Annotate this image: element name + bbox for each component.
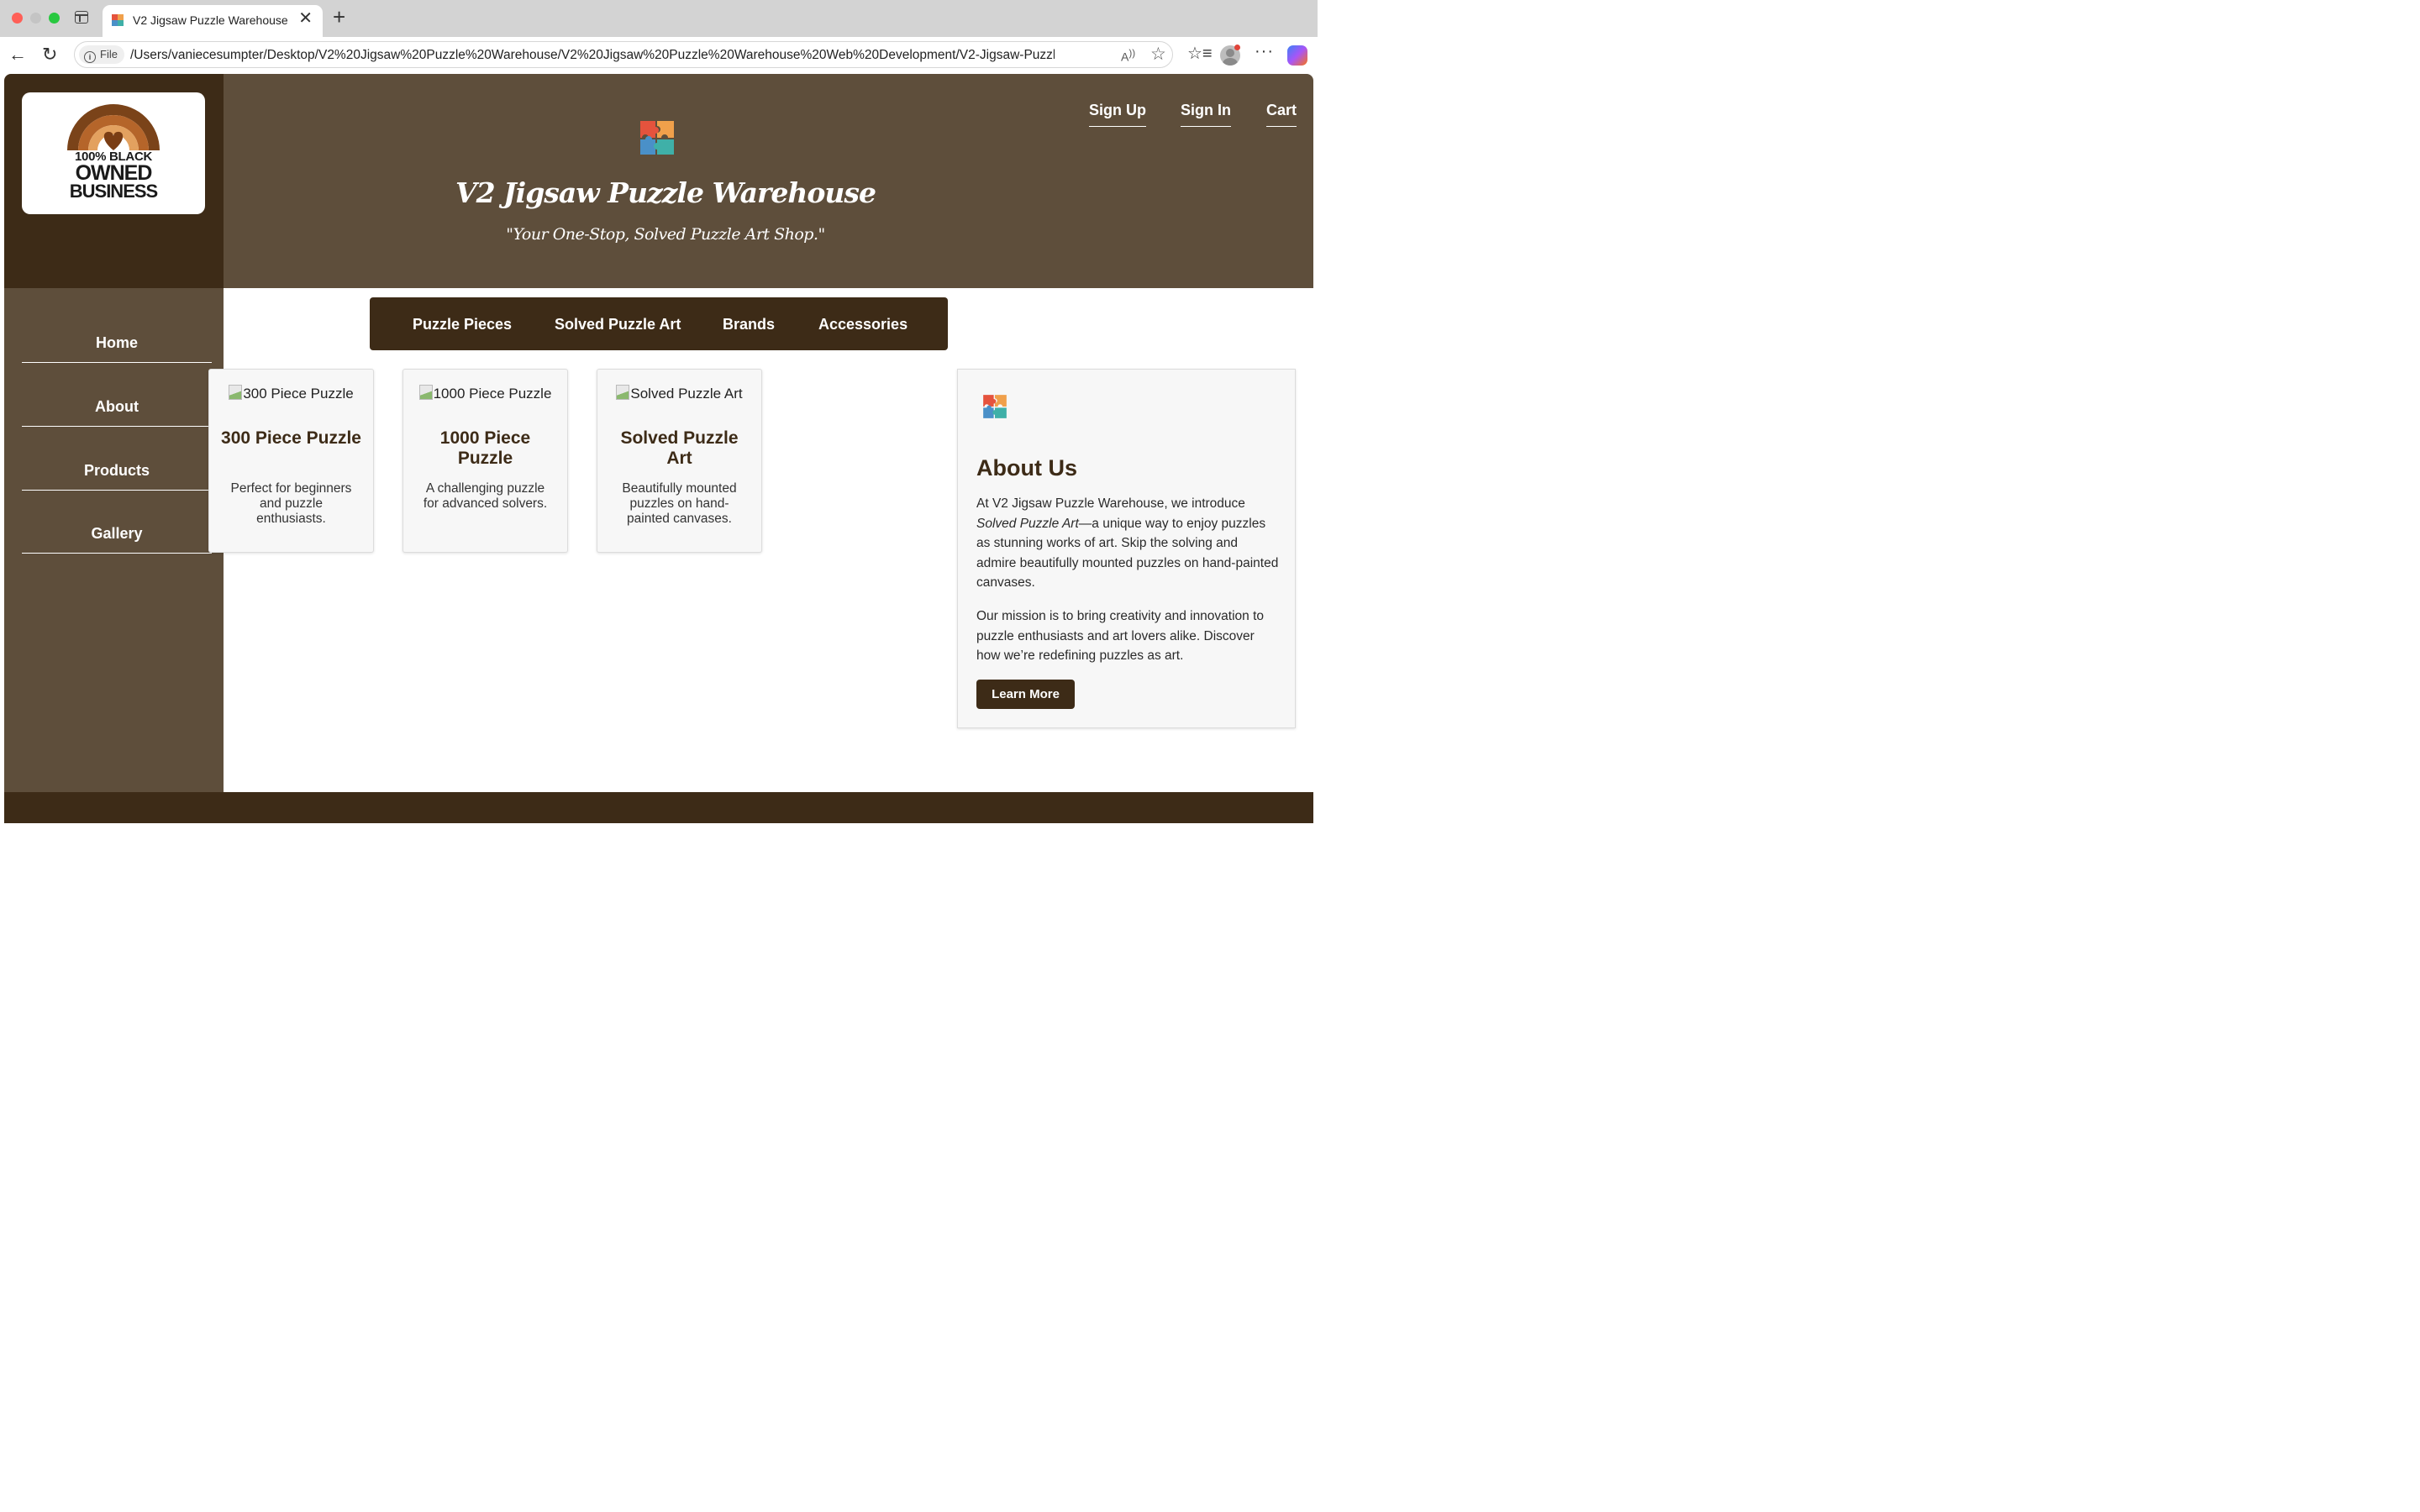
category-puzzle-pieces[interactable]: Puzzle Pieces: [413, 316, 512, 333]
broken-image-icon: [616, 385, 630, 400]
about-us-panel: About Us At V2 Jigsaw Puzzle Warehouse, …: [957, 369, 1296, 728]
product-image: 300 Piece Puzzle: [209, 385, 373, 402]
about-paragraph-2: Our mission is to bring creativity and i…: [976, 609, 1265, 663]
close-tab-icon[interactable]: ✕: [298, 10, 313, 27]
favorites-icon[interactable]: ☆≡: [1187, 45, 1213, 62]
product-title: Solved Puzzle Art: [620, 428, 739, 468]
sidebar-logo-area: 100% BLACK OWNED BUSINESS: [4, 74, 224, 288]
product-image: Solved Puzzle Art: [597, 385, 761, 402]
product-card[interactable]: 1000 Piece Puzzle 1000 Piece Puzzle A ch…: [402, 369, 568, 553]
product-card[interactable]: 300 Piece Puzzle 300 Piece Puzzle Perfec…: [208, 369, 374, 553]
minimize-window-button[interactable]: [30, 13, 41, 24]
sidebar-item-about[interactable]: About: [22, 398, 212, 427]
url-text[interactable]: /Users/vaniecesumpter/Desktop/V2%20Jigsa…: [130, 48, 1055, 63]
back-icon[interactable]: ←: [8, 45, 27, 64]
about-emphasis: Solved Puzzle Art: [976, 516, 1079, 531]
about-paragraph-1: At V2 Jigsaw Puzzle Warehouse, we introd…: [976, 494, 1281, 593]
puzzle-favicon-icon: [112, 14, 124, 26]
product-image-alt: 1000 Piece Puzzle: [433, 386, 552, 402]
site-info-chip[interactable]: i File: [79, 45, 124, 64]
browser-tab[interactable]: V2 Jigsaw Puzzle Warehouse ✕: [103, 5, 323, 37]
info-icon: i: [84, 51, 96, 63]
sidebar-toggle-icon[interactable]: [75, 11, 88, 24]
tab-title: V2 Jigsaw Puzzle Warehouse: [133, 13, 288, 27]
site-header: V2 Jigsaw Puzzle Warehouse "Your One-Sto…: [224, 74, 1313, 288]
broken-image-icon: [229, 385, 243, 400]
product-description: A challenging puzzle for advanced solver…: [423, 481, 548, 511]
puzzle-logo-icon: [983, 395, 1007, 418]
product-image: 1000 Piece Puzzle: [403, 385, 567, 402]
browser-toolbar: ← ↻ i File /Users/vaniecesumpter/Desktop/…: [0, 37, 1318, 74]
product-description: Beautifully mounted puzzles on hand-pain…: [622, 481, 737, 526]
category-brands[interactable]: Brands: [723, 316, 775, 333]
category-nav: Puzzle Pieces Solved Puzzle Art Brands A…: [370, 297, 948, 350]
close-window-button[interactable]: [12, 13, 23, 24]
puzzle-logo-icon: [640, 121, 674, 155]
category-solved-puzzle-art[interactable]: Solved Puzzle Art: [555, 316, 681, 333]
reload-icon[interactable]: ↻: [42, 45, 57, 64]
broken-image-icon: [418, 385, 433, 400]
file-chip-label: File: [100, 48, 118, 60]
sidebar-nav: Home About Products Gallery: [4, 288, 224, 792]
about-text: At V2 Jigsaw Puzzle Warehouse, we introd…: [976, 496, 1245, 511]
notification-dot-icon: [1234, 45, 1240, 50]
star-icon[interactable]: ☆: [1150, 44, 1166, 65]
new-tab-icon[interactable]: +: [333, 5, 345, 29]
site-tagline: "Your One-Stop, Solved Puzzle Art Shop.": [506, 225, 825, 244]
read-aloud-icon[interactable]: A)): [1121, 48, 1135, 64]
about-title: About Us: [976, 455, 1077, 480]
sidebar-item-home[interactable]: Home: [22, 334, 212, 363]
product-card[interactable]: Solved Puzzle Art Solved Puzzle Art Beau…: [597, 369, 762, 553]
site-footer: [4, 792, 1313, 823]
sidebar-item-products[interactable]: Products: [22, 462, 212, 491]
sign-in-link[interactable]: Sign In: [1181, 102, 1231, 127]
cart-link[interactable]: Cart: [1266, 102, 1297, 127]
learn-more-button[interactable]: Learn More: [976, 680, 1075, 709]
rainbow-heart-icon: [67, 104, 160, 150]
product-image-alt: Solved Puzzle Art: [630, 386, 743, 402]
black-owned-business-badge: 100% BLACK OWNED BUSINESS: [22, 92, 205, 214]
site-title: V2 Jigsaw Puzzle Warehouse: [455, 176, 876, 209]
product-title: 300 Piece Puzzle: [221, 428, 361, 448]
badge-line-3: BUSINESS: [69, 181, 158, 202]
sidebar-item-gallery[interactable]: Gallery: [22, 525, 212, 554]
product-image-alt: 300 Piece Puzzle: [243, 386, 354, 402]
category-accessories[interactable]: Accessories: [818, 316, 908, 333]
maximize-window-button[interactable]: [49, 13, 60, 24]
browser-tab-bar: V2 Jigsaw Puzzle Warehouse ✕ +: [0, 0, 1318, 37]
more-icon[interactable]: ···: [1255, 43, 1274, 60]
web-page: 100% BLACK OWNED BUSINESS Home About Pro…: [4, 74, 1313, 823]
address-bar[interactable]: i File /Users/vaniecesumpter/Desktop/V2%2…: [74, 41, 1173, 68]
sign-up-link[interactable]: Sign Up: [1089, 102, 1146, 127]
copilot-icon[interactable]: [1287, 45, 1307, 66]
product-description: Perfect for beginners and puzzle enthusi…: [230, 481, 352, 526]
product-title: 1000 Piece Puzzle: [439, 428, 531, 468]
